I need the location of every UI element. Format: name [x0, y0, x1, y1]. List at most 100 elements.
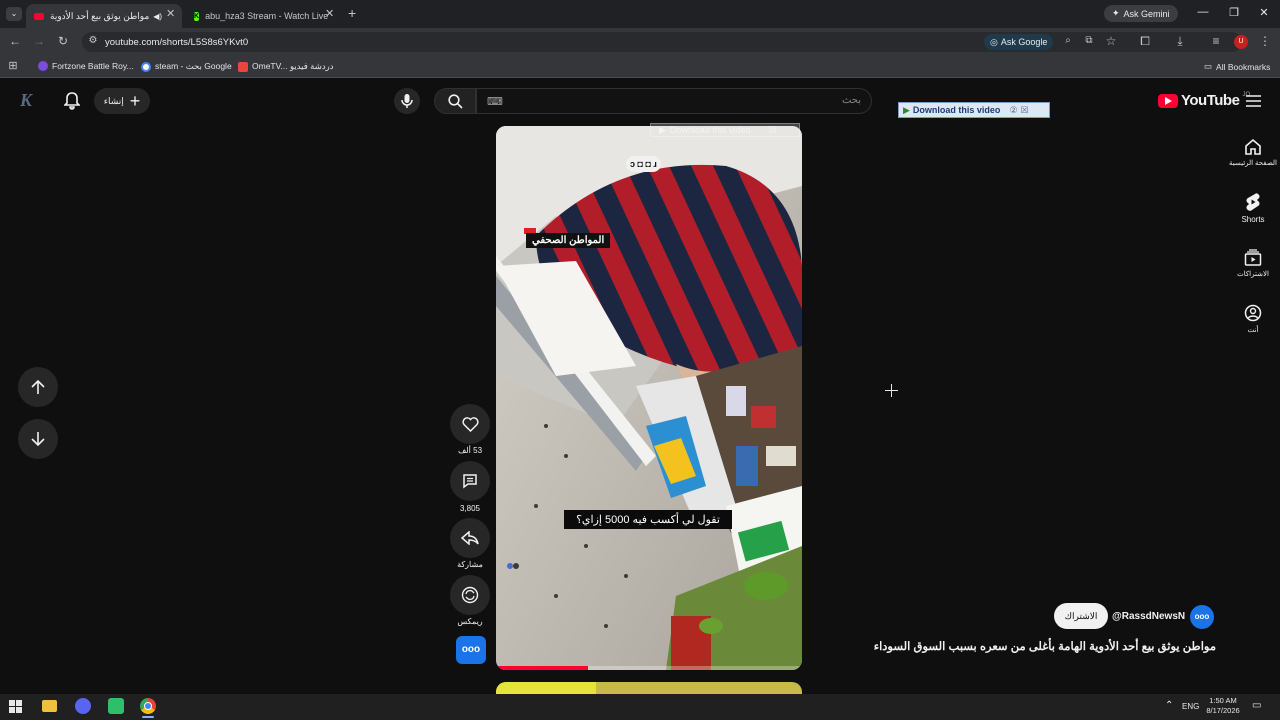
- next-short-button[interactable]: [18, 419, 58, 459]
- game-app-icon[interactable]: [108, 698, 124, 714]
- youtube-logo-text: YouTube: [1181, 92, 1240, 109]
- minimize-button[interactable]: —: [1195, 6, 1211, 18]
- comment-icon: [463, 474, 477, 489]
- reload-icon[interactable]: ↻: [55, 34, 71, 48]
- nav-label: Shorts: [1241, 215, 1265, 224]
- forward-icon[interactable]: →: [31, 34, 47, 48]
- language-indicator[interactable]: ENG: [1182, 702, 1199, 711]
- create-button[interactable]: إنشاء +: [94, 88, 150, 114]
- youtube-play-logo-icon: [1158, 93, 1178, 108]
- ask-gemini-button[interactable]: ✦ Ask Gemini: [1104, 5, 1178, 22]
- subscribe-button[interactable]: الاشتراك: [1054, 603, 1108, 629]
- video-frame: [496, 126, 802, 670]
- shorts-video-player[interactable]: ɔ ◘ ◘ ɹ المواطن الصحفي تقول لي أكسب فيه …: [496, 126, 802, 670]
- kick-extension-logo[interactable]: K: [20, 90, 32, 111]
- next-short-preview[interactable]: [496, 682, 802, 694]
- remix-button[interactable]: [450, 575, 490, 615]
- remix-icon: [461, 586, 479, 604]
- search-button[interactable]: [434, 88, 476, 114]
- url-text[interactable]: youtube.com/shorts/L5S8s6YKvt0: [105, 37, 248, 48]
- you-icon: [1244, 304, 1262, 322]
- voice-search-button[interactable]: [394, 88, 420, 114]
- start-button[interactable]: [9, 700, 22, 713]
- notifications-button[interactable]: [60, 90, 84, 112]
- reading-list-icon[interactable]: ≡: [1208, 34, 1224, 48]
- ometv-favicon-icon: [238, 61, 248, 72]
- video-watermark: ɔ ◘ ◘ ɹ: [626, 156, 661, 172]
- chrome-menu-icon[interactable]: ⋮: [1257, 34, 1273, 48]
- maximize-button[interactable]: ❐: [1226, 6, 1242, 19]
- file-explorer-icon[interactable]: [42, 700, 57, 712]
- subscriptions-icon: [1244, 249, 1262, 266]
- video-progress-track[interactable]: [496, 666, 802, 670]
- extensions-icon[interactable]: ⧠: [1137, 34, 1153, 49]
- site-info-icon[interactable]: ⚙: [85, 35, 101, 46]
- apps-grid-icon[interactable]: ⊞: [5, 59, 21, 72]
- close-window-button[interactable]: ✕: [1256, 6, 1272, 19]
- nav-label: أنت: [1247, 327, 1259, 334]
- speaker-icon: ◀): [153, 11, 163, 21]
- mouse-cursor-crosshair: [885, 384, 898, 397]
- keyboard-icon[interactable]: ⌨: [487, 95, 503, 108]
- overlay-close-icon[interactable]: ☒: [768, 125, 776, 136]
- chrome-app-icon[interactable]: [140, 698, 156, 714]
- bookmark-label: OmeTV... دردشة فيديو: [252, 61, 334, 71]
- bookmark-item[interactable]: steam - بحث Google: [141, 61, 232, 72]
- short-title[interactable]: مواطن يوثق بيع أحد الأدوية الهامة بأغلى …: [860, 639, 1216, 653]
- play-icon: ▶: [659, 124, 666, 135]
- profile-avatar[interactable]: U: [1234, 35, 1248, 49]
- tray-expand-icon[interactable]: ⌃: [1165, 700, 1173, 711]
- channel-handle[interactable]: @RassdNewsN: [1112, 611, 1185, 622]
- download-video-overlay[interactable]: ▶ Download this video ☒: [650, 123, 800, 137]
- heart-icon: [461, 416, 479, 432]
- comments-button[interactable]: [450, 461, 490, 501]
- nav-home[interactable]: الصفحة الرئيسية: [1226, 138, 1280, 167]
- guide-menu-button[interactable]: [1242, 92, 1264, 110]
- tab-active[interactable]: مواطن يوثق بيع أحد الأدوية ◀): [26, 4, 182, 28]
- channel-avatar-button[interactable]: ooo: [456, 636, 486, 664]
- youtube-logo[interactable]: YouTube JO: [1158, 92, 1250, 109]
- new-tab-button[interactable]: +: [348, 5, 356, 21]
- previous-short-button[interactable]: [18, 367, 58, 407]
- bookmark-star-icon[interactable]: ☆: [1103, 34, 1119, 48]
- bookmark-item[interactable]: OmeTV... دردشة فيديو: [238, 61, 334, 72]
- like-button[interactable]: [450, 404, 490, 444]
- gemini-sparkle-icon: ✦: [1112, 8, 1120, 18]
- fortzone-favicon-icon: [38, 61, 48, 71]
- notification-center-icon[interactable]: ▭: [1252, 700, 1261, 711]
- discord-app-icon[interactable]: [75, 698, 91, 714]
- folder-icon: ▭: [1204, 61, 1213, 71]
- overlay-name-label: المواطن الصحفي: [526, 233, 611, 248]
- clock-date: 8/17/2026: [1206, 706, 1240, 715]
- nav-you[interactable]: أنت: [1226, 304, 1280, 334]
- tab-close-icon[interactable]: ✕: [166, 7, 175, 20]
- play-icon: ▶: [903, 104, 910, 115]
- clock[interactable]: 1:50 AM 8/17/2026: [1200, 696, 1246, 716]
- back-icon[interactable]: ←: [7, 34, 23, 48]
- download-overlay-label: Download this video: [669, 125, 751, 135]
- bookmark-label: Fortzone Battle Roy...: [52, 61, 134, 71]
- nav-shorts[interactable]: Shorts: [1226, 193, 1280, 224]
- nav-subscriptions[interactable]: الاشتراكات: [1226, 249, 1280, 278]
- google-lens-icon: ◎: [990, 36, 998, 47]
- help-icon[interactable]: ②: [1009, 105, 1017, 116]
- nav-label: الاشتراكات: [1237, 271, 1269, 278]
- tab-search-button[interactable]: ⌄: [6, 7, 22, 21]
- banner-close-icon[interactable]: ☒: [1021, 105, 1029, 116]
- ask-google-button[interactable]: ◎ Ask Google: [984, 34, 1054, 50]
- translate-icon[interactable]: ⧉: [1081, 35, 1097, 46]
- windows-logo-icon: [9, 700, 22, 713]
- search-input[interactable]: ⌨ بحث: [476, 88, 872, 114]
- share-button[interactable]: [450, 518, 490, 558]
- video-subtitle: تقول لي أكسب فيه 5000 إزاي؟: [564, 510, 732, 529]
- bookmark-item[interactable]: Fortzone Battle Roy...: [38, 61, 134, 71]
- nav-label: الصفحة الرئيسية: [1228, 160, 1277, 167]
- zoom-icon[interactable]: ⌕: [1060, 35, 1076, 46]
- kick-favicon-icon: K: [194, 11, 200, 21]
- all-bookmarks-button[interactable]: ▭ All Bookmarks: [1204, 61, 1270, 72]
- download-icon[interactable]: ⤓: [1172, 34, 1188, 49]
- channel-avatar[interactable]: ooo: [1190, 605, 1214, 629]
- tab-inactive[interactable]: K abu_hza3 Stream - Watch Live: [186, 4, 336, 28]
- download-video-banner[interactable]: ▶ Download this video ② ☒: [898, 102, 1050, 118]
- tab-close-icon[interactable]: ✕: [325, 7, 334, 20]
